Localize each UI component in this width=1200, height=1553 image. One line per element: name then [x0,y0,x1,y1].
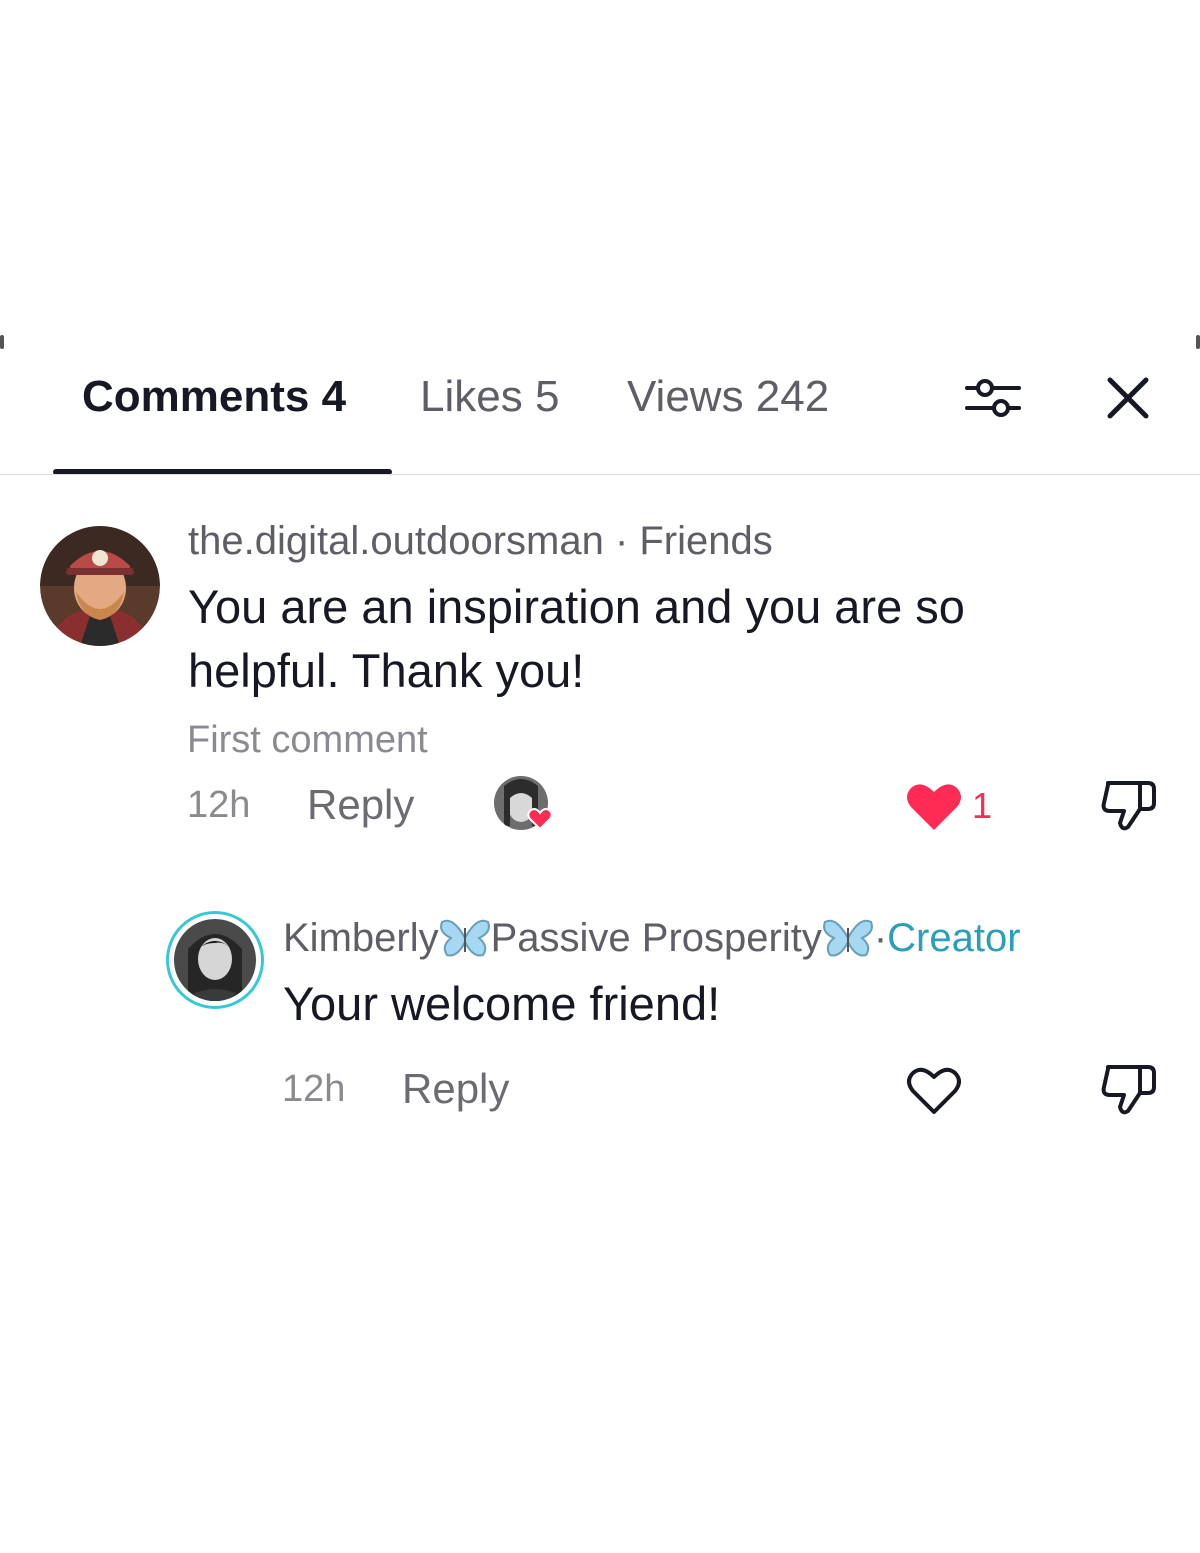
close-icon [1107,377,1149,419]
first-comment-note: First comment [187,719,428,761]
close-button[interactable] [1096,366,1160,430]
creator-liked-avatar [494,776,553,832]
sheet-edge-left [0,335,4,349]
dislike-icon [1101,781,1156,831]
creator-username-part1[interactable]: Kimberly [283,914,439,962]
like-count: 1 [972,785,993,826]
comment-time: 12h [187,784,251,826]
reply-text: Your welcome friend! [283,977,721,1030]
filter-button[interactable] [958,368,1028,428]
tab-views[interactable]: Views 242 [627,371,829,423]
tabs-divider [0,474,1200,475]
like-button[interactable] [904,778,964,834]
creator-username-part2[interactable]: Passive Prosperity [491,914,822,962]
tab-comments[interactable]: Comments 4 [82,371,346,423]
avatar-creator[interactable] [166,911,264,1009]
reply-button[interactable]: Reply [402,1064,509,1114]
separator-dot: · [603,519,640,563]
reply-time: 12h [282,1068,346,1110]
heart-filled-icon [907,784,961,830]
filter-sliders-icon [965,379,1021,417]
reply-header: Kimberly Passive Prosperity · Creator [283,914,1021,962]
like-button[interactable] [904,1062,964,1118]
sheet-edge-right [1196,335,1200,349]
tab-likes[interactable]: Likes 5 [420,371,559,423]
relation-label: Friends [639,519,773,563]
comment-username[interactable]: the.digital.outdoorsman [188,519,604,563]
dislike-button[interactable] [1096,1060,1160,1120]
comment-header: the.digital.outdoorsman · Friends [188,517,773,565]
dislike-icon [1101,1065,1156,1115]
butterfly-icon [822,919,873,957]
comment-text: You are an inspiration and you are so he… [188,580,965,697]
separator-dot: · [873,916,888,960]
heart-outline-icon [907,1067,961,1114]
creator-badge: Creator [887,916,1021,960]
butterfly-icon [439,919,490,957]
reply-button[interactable]: Reply [307,780,414,830]
avatar-commenter[interactable] [40,526,160,646]
dislike-button[interactable] [1096,776,1160,836]
